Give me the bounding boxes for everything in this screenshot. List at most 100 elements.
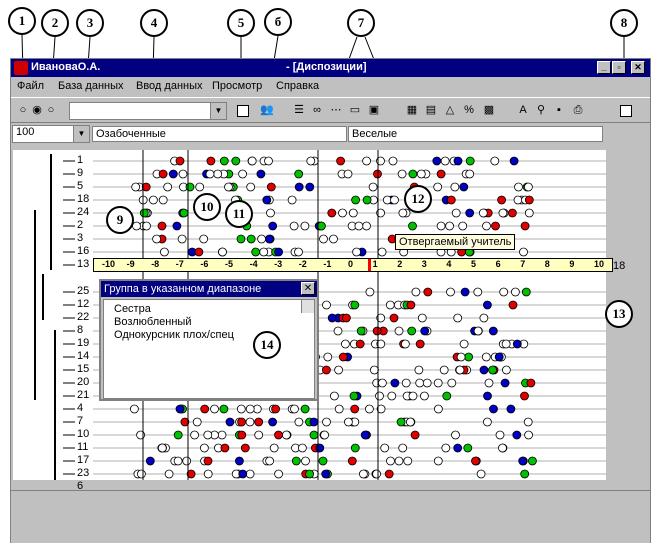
restore-button[interactable]: ▫ [612, 61, 626, 74]
element-dot [251, 247, 261, 257]
element-dot [482, 221, 491, 231]
list-item[interactable]: Сестра [114, 303, 304, 316]
element-dot [349, 391, 359, 401]
element-dot [527, 456, 537, 466]
menu-data-entry[interactable]: Ввод данных [136, 80, 203, 92]
element-dot [343, 169, 353, 179]
element-dot [523, 182, 533, 192]
show-checkbox[interactable] [237, 105, 249, 117]
element-dot [351, 195, 361, 205]
element-dot [309, 417, 319, 427]
element-dot [465, 156, 475, 166]
menu-file[interactable]: Файл [17, 80, 44, 92]
menu-help[interactable]: Справка [276, 80, 319, 92]
list-item[interactable]: Возлюбленный [114, 316, 304, 329]
dialog-scrollbar[interactable] [301, 300, 314, 313]
element-dot [416, 169, 426, 179]
calculator-icon[interactable]: ▩ [481, 102, 497, 118]
element-dot [479, 365, 489, 375]
element-dot [521, 287, 531, 297]
chevron-down-icon[interactable]: ▼ [73, 126, 89, 142]
scale-tick: 3 [421, 259, 427, 269]
element-dot [488, 365, 498, 375]
left-construct-field[interactable]: Озабоченные [92, 126, 347, 142]
element-dot [524, 208, 534, 218]
element-dot [179, 208, 189, 218]
percent-icon[interactable]: % [461, 102, 477, 118]
element-dot [501, 339, 511, 349]
element-dot [348, 208, 358, 218]
range-scale[interactable]: -10 -9 -8 -7 -6 -5 -4 -3 -2 -1 0 1 2 3 4 5 6 7 8 9 10 [93, 258, 613, 272]
element-dot [368, 182, 378, 192]
element-dot [213, 169, 223, 179]
element-dot [247, 156, 257, 166]
dialog-list[interactable]: Сестра Возлюбленный Однокурсник плох/спе… [103, 299, 315, 399]
element-dot [305, 182, 315, 192]
element-dot [321, 365, 331, 375]
element-dot [490, 156, 500, 166]
element-dot [301, 456, 310, 466]
element-dot [441, 443, 451, 453]
dots-icon[interactable]: ⋯ [328, 102, 344, 118]
element-dot [460, 287, 470, 297]
element-dot [364, 404, 374, 414]
element-dot [394, 456, 404, 466]
element-dot [507, 208, 517, 218]
minimize-button[interactable]: _ [597, 61, 611, 74]
element-dot [271, 404, 281, 414]
close-button[interactable]: ✕ [631, 61, 645, 74]
scale-marker[interactable] [368, 259, 371, 271]
element-dot [266, 182, 276, 192]
scale-tick: -8 [151, 259, 160, 269]
font-icon[interactable]: A [515, 102, 531, 118]
element-dot [473, 326, 483, 336]
people-icon[interactable]: 👥 [259, 102, 275, 118]
right-construct-field[interactable]: Веселые [348, 126, 603, 142]
element-dot [190, 430, 199, 440]
element-dot [408, 221, 417, 231]
element-dot [388, 156, 398, 166]
table-icon[interactable]: ▦ [404, 102, 420, 118]
list-icon[interactable]: ☰ [291, 102, 307, 118]
element-dot [220, 443, 230, 453]
radio-option-3-icon[interactable]: ○ [43, 102, 59, 118]
element-dot [433, 456, 443, 466]
bar-icon[interactable]: ▭ [347, 102, 363, 118]
element-dot [450, 182, 460, 192]
group-select[interactable]: ▼ [69, 102, 227, 120]
element-dot [498, 443, 507, 453]
element-dot [350, 300, 360, 310]
save-icon[interactable]: ▪ [551, 102, 567, 118]
scale-tick: -9 [126, 259, 135, 269]
element-dot [377, 378, 387, 388]
option-checkbox[interactable] [620, 105, 632, 117]
frame-icon[interactable]: ▣ [366, 102, 382, 118]
triangle-icon[interactable]: △ [442, 102, 458, 118]
element-dot [433, 182, 443, 192]
range-group-dialog: Группа в указанном диапазоне ✕ Сестра Во… [99, 279, 319, 401]
element-dot [200, 443, 209, 453]
link-icon[interactable]: ∞ [309, 102, 325, 118]
element-dot [334, 365, 344, 375]
element-dot [410, 430, 420, 440]
user-name: ИвановаО.А. [31, 61, 101, 73]
menu-view[interactable]: Просмотр [212, 80, 262, 92]
zoom-select[interactable]: 100 ▼ [12, 125, 90, 143]
element-dot [158, 169, 168, 179]
print-icon[interactable]: ⎙ [570, 102, 586, 118]
element-dot [382, 195, 392, 205]
zoom-value: 100 [16, 126, 35, 138]
menu-database[interactable]: База данных [58, 80, 124, 92]
chevron-down-icon[interactable]: ▼ [210, 103, 226, 119]
element-dot [415, 378, 425, 388]
close-icon[interactable]: ✕ [301, 282, 315, 295]
element-dot [464, 352, 474, 362]
element-dot [518, 456, 528, 466]
element-dot [210, 404, 219, 414]
element-dot [300, 221, 310, 231]
search-icon[interactable]: ⚲ [533, 102, 549, 118]
scale-right-value: 18 [613, 260, 626, 272]
element-dot [479, 313, 489, 323]
form-icon[interactable]: ▤ [423, 102, 439, 118]
element-dot [446, 195, 456, 205]
